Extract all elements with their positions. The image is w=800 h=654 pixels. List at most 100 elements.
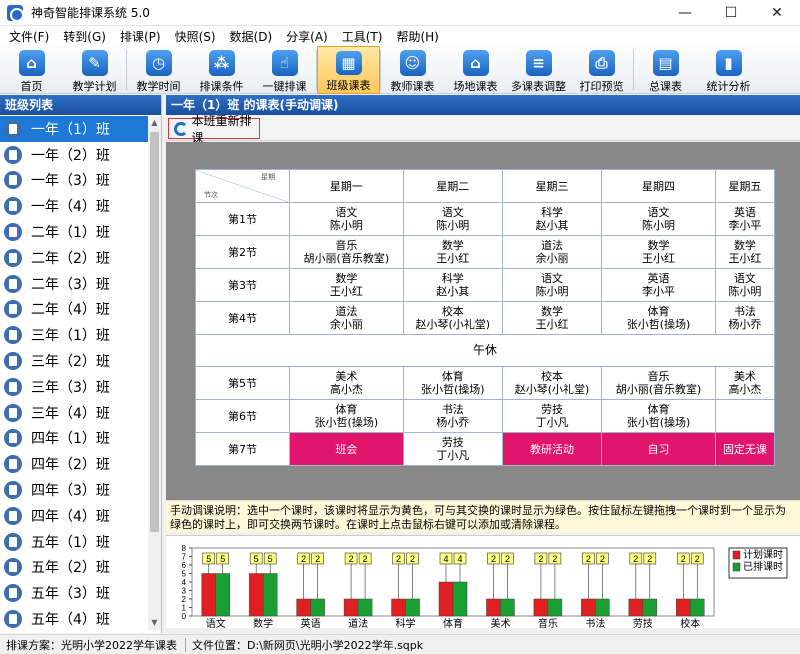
- lesson-cell[interactable]: 书法 杨小乔: [402, 399, 503, 433]
- lesson-cell[interactable]: 校本 赵小琴(小礼堂): [402, 301, 503, 335]
- y-tick-label: 2: [182, 595, 187, 604]
- lesson-cell[interactable]: 科学 赵小其: [501, 202, 603, 236]
- scroll-up-icon[interactable]: ▲: [148, 116, 161, 130]
- class-list-item[interactable]: 四年（4）班: [0, 503, 148, 529]
- conditions-icon: ⁂: [208, 50, 235, 76]
- lesson-cell[interactable]: 固定无课: [714, 432, 776, 466]
- toolbar-button[interactable]: ◷ 教学时间: [127, 46, 190, 94]
- menu-schedule[interactable]: 排课(P): [113, 28, 168, 45]
- lesson-teacher: 丁小凡: [436, 449, 470, 462]
- lesson-cell[interactable]: 数学 王小红: [601, 235, 716, 269]
- lesson-cell[interactable]: 劳技 丁小凡: [402, 432, 503, 466]
- class-list-item[interactable]: 三年（3）班: [0, 374, 148, 400]
- lesson-subject: 体育: [647, 305, 670, 318]
- lesson-cell[interactable]: 书法 杨小乔: [714, 301, 776, 335]
- lesson-cell[interactable]: 数学 王小红: [289, 268, 404, 302]
- class-list-item[interactable]: 五年（2）班: [0, 555, 148, 581]
- toolbar-button[interactable]: ☺ 教师课表: [381, 46, 444, 94]
- lesson-cell[interactable]: 自习: [601, 432, 716, 466]
- scheduled-bar: [452, 581, 468, 617]
- lesson-cell[interactable]: 美术 高小杰: [714, 366, 776, 400]
- lesson-cell[interactable]: 语文 陈小明: [402, 202, 503, 236]
- lesson-cell[interactable]: 语文 陈小明: [501, 268, 603, 302]
- period-label: 第4节: [195, 301, 290, 335]
- minimize-button[interactable]: —: [662, 0, 708, 26]
- class-list-item[interactable]: 五年（4）班: [0, 606, 148, 630]
- lesson-cell[interactable]: 数学 王小红: [402, 235, 503, 269]
- lesson-subject: 自习: [647, 442, 670, 456]
- value-label: 2: [349, 554, 354, 564]
- lesson-cell[interactable]: 语文 陈小明: [289, 202, 404, 236]
- class-list-item[interactable]: 四年（1）班: [0, 426, 148, 452]
- lesson-cell[interactable]: 道法 余小丽: [501, 235, 603, 269]
- lesson-cell[interactable]: 体育 张小哲(操场): [601, 399, 716, 433]
- toolbar-button[interactable]: ⌂ 首页: [0, 46, 63, 94]
- toolbar-button[interactable]: ⎙ 打印预览: [570, 46, 633, 94]
- menu-tools[interactable]: 工具(T): [335, 28, 390, 45]
- x-tick-label: 道法: [348, 617, 368, 629]
- lesson-cell[interactable]: 英语 李小平: [714, 202, 776, 236]
- value-label: 2: [552, 554, 557, 564]
- lesson-cell[interactable]: 语文 陈小明: [601, 202, 716, 236]
- lesson-cell[interactable]: 体育 张小哲(操场): [402, 366, 503, 400]
- lesson-cell[interactable]: 科学 赵小其: [402, 268, 503, 302]
- lesson-cell[interactable]: 体育 张小哲(操场): [289, 399, 404, 433]
- lesson-cell[interactable]: 体育 张小哲(操场): [601, 301, 716, 335]
- toolbar-button[interactable]: ≡ 多课表调整: [507, 46, 570, 94]
- scroll-down-icon[interactable]: ▼: [148, 616, 161, 630]
- class-list-item[interactable]: 三年（1）班: [0, 322, 148, 348]
- toolbar-button[interactable]: ✎ 教学计划: [63, 46, 126, 94]
- lesson-cell[interactable]: [714, 399, 776, 433]
- scroll-thumb[interactable]: [150, 132, 159, 532]
- reschedule-class-button[interactable]: 本班重新排课: [168, 114, 260, 145]
- lesson-teacher: 赵小琴(小礼堂): [514, 383, 590, 396]
- toolbar-button[interactable]: ▮ 统计分析: [697, 46, 760, 94]
- lesson-cell[interactable]: 校本 赵小琴(小礼堂): [501, 366, 603, 400]
- toolbar-button[interactable]: ⁂ 排课条件: [190, 46, 253, 94]
- class-list-item[interactable]: 一年（4）班: [0, 193, 148, 219]
- lesson-cell[interactable]: 数学 王小红: [714, 235, 776, 269]
- lesson-subject: 劳技: [441, 436, 464, 449]
- lesson-cell[interactable]: 美术 高小杰: [289, 366, 404, 400]
- menu-goto[interactable]: 转到(G): [56, 28, 113, 45]
- lesson-cell[interactable]: 劳技 丁小凡: [501, 399, 603, 433]
- class-list-item[interactable]: 三年（2）班: [0, 348, 148, 374]
- toolbar-button[interactable]: ⌂ 场地课表: [444, 46, 507, 94]
- lesson-cell[interactable]: 音乐 胡小丽(音乐教室): [289, 235, 404, 269]
- toolbar-button[interactable]: ▦ 班级课表: [317, 46, 380, 94]
- menu-help[interactable]: 帮助(H): [389, 28, 445, 45]
- menu-data[interactable]: 数据(D): [223, 28, 280, 45]
- class-list-item[interactable]: 一年（3）班: [0, 168, 148, 194]
- legend-label: 计划课时: [743, 548, 783, 561]
- toolbar-button[interactable]: ☝ 一键排课: [253, 46, 316, 94]
- class-list-item[interactable]: 三年（4）班: [0, 400, 148, 426]
- class-list-item[interactable]: 二年（3）班: [0, 271, 148, 297]
- lesson-cell[interactable]: 英语 李小平: [601, 268, 716, 302]
- lesson-cell[interactable]: 道法 余小丽: [289, 301, 404, 335]
- class-list-item[interactable]: 一年（2）班: [0, 142, 148, 168]
- class-list-item[interactable]: 五年（3）班: [0, 580, 148, 606]
- menu-snapshot[interactable]: 快照(S): [168, 28, 223, 45]
- lesson-teacher: 赵小其: [436, 285, 470, 298]
- menu-share[interactable]: 分享(A): [279, 28, 335, 45]
- lesson-subject: 数学: [441, 239, 464, 252]
- class-list-item[interactable]: 一年（1）班: [0, 116, 148, 142]
- lesson-cell[interactable]: 教研活动: [501, 432, 603, 466]
- lesson-cell[interactable]: 语文 陈小明: [714, 268, 776, 302]
- maximize-button[interactable]: ☐: [708, 0, 754, 26]
- menu-file[interactable]: 文件(F): [2, 28, 56, 45]
- class-list-scrollbar[interactable]: ▲ ▼: [148, 116, 161, 630]
- class-list-item[interactable]: 二年（2）班: [0, 245, 148, 271]
- schedule-title: 一年（1）班 的课表(手动调课): [166, 95, 800, 115]
- class-list-item[interactable]: 五年（1）班: [0, 529, 148, 555]
- close-button[interactable]: ✕: [754, 0, 800, 26]
- lesson-cell[interactable]: 班会: [289, 432, 404, 466]
- class-list-item[interactable]: 四年（3）班: [0, 477, 148, 503]
- class-list-item[interactable]: 四年（2）班: [0, 451, 148, 477]
- class-list-item[interactable]: 二年（1）班: [0, 219, 148, 245]
- class-list-item[interactable]: 二年（4）班: [0, 297, 148, 323]
- lesson-cell[interactable]: 音乐 胡小丽(音乐教室): [601, 366, 716, 400]
- lesson-cell[interactable]: 数学 王小红: [501, 301, 603, 335]
- toolbar-button[interactable]: ▤ 总课表: [634, 46, 697, 94]
- value-label: 2: [647, 554, 652, 564]
